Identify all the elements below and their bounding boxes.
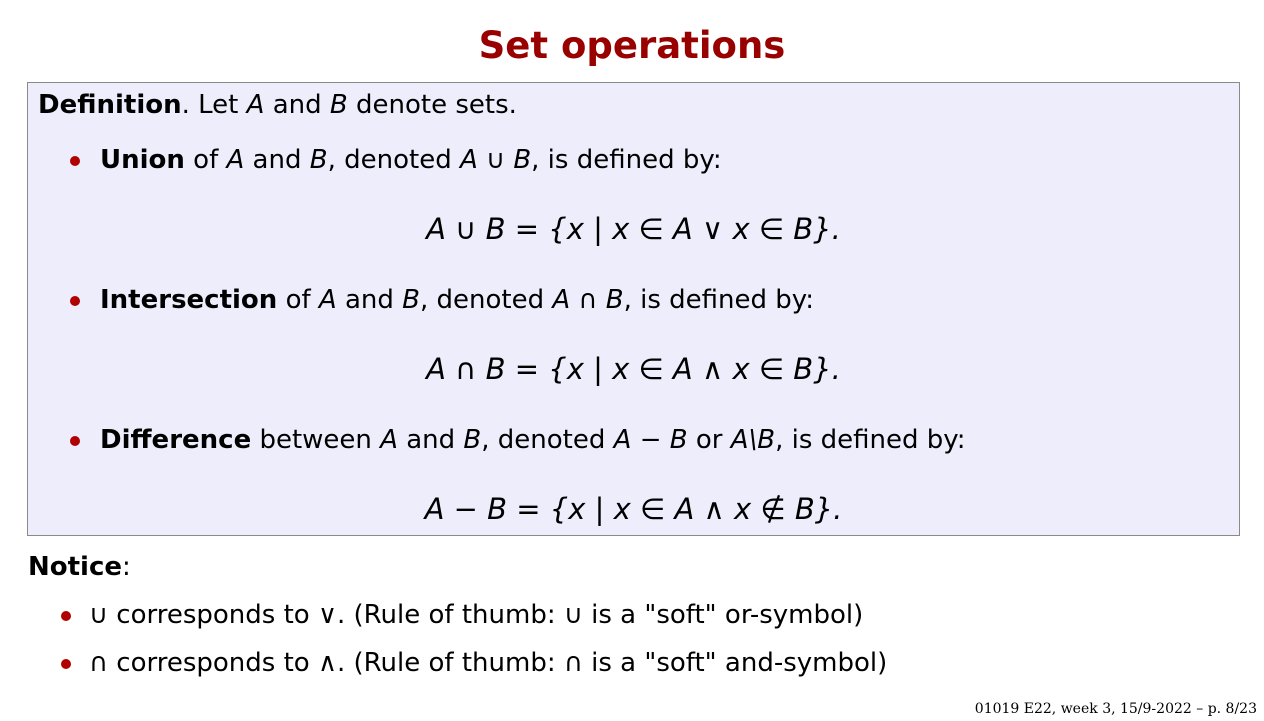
var-a: A xyxy=(318,285,337,315)
slide-footer: 01019 E22, week 3, 15/9-2022 – p. 8/23 xyxy=(974,701,1257,717)
difference-post: , is defined by: xyxy=(775,425,966,455)
var-a: A xyxy=(246,90,265,120)
difference-term: Difference xyxy=(100,425,252,455)
difference-or: or xyxy=(687,425,731,455)
intro-tail: denote sets. xyxy=(347,90,517,120)
difference-bullet: Difference between A and B, denoted A − … xyxy=(70,424,966,456)
intro-text: . Let xyxy=(181,90,247,120)
union-post: , is defined by: xyxy=(531,145,722,175)
var-b: B xyxy=(329,90,348,120)
notice-heading: Notice: xyxy=(28,551,131,583)
notice-label: Notice xyxy=(28,552,123,582)
intersection-formula: A ∩ B = {x | x ∈ A ∧ x ∈ B}. xyxy=(426,352,841,386)
intro-and: and xyxy=(264,90,330,120)
var-b: B xyxy=(463,425,482,455)
union-formula: A ∪ B = {x | x ∈ A ∨ x ∈ B}. xyxy=(426,212,841,246)
intersection-denoted: , denoted xyxy=(420,285,553,315)
definition-box: Definition. Let A and B denote sets. Uni… xyxy=(27,82,1240,536)
difference-denoted: , denoted xyxy=(481,425,614,455)
bullet-dot xyxy=(61,659,71,669)
difference-notation-alt: A\B xyxy=(730,425,776,455)
difference-pre: between xyxy=(251,425,381,455)
difference-formula: A − B = {x | x ∈ A ∧ x ∉ B}. xyxy=(424,492,843,526)
bullet-dot xyxy=(70,436,80,446)
bullet-dot xyxy=(70,296,80,306)
union-bullet: Union of A and B, denoted A ∪ B, is defi… xyxy=(70,144,722,176)
var-b: B xyxy=(402,285,420,315)
intersection-mid: and xyxy=(336,285,403,315)
union-pre: of xyxy=(184,145,227,175)
intersection-term: Intersection xyxy=(100,285,278,315)
union-denoted: , denoted xyxy=(327,145,460,175)
intersection-post: , is defined by: xyxy=(623,285,815,315)
notice-item-text: ∪ corresponds to ∨. (Rule of thumb: ∪ is… xyxy=(89,600,864,630)
notice-item-text: ∩ corresponds to ∧. (Rule of thumb: ∩ is… xyxy=(89,648,888,678)
intersection-notation: A ∩ B xyxy=(552,285,624,315)
slide-title: Set operations xyxy=(478,24,786,67)
bullet-dot xyxy=(70,156,80,166)
difference-mid: and xyxy=(397,425,464,455)
notice-colon: : xyxy=(122,552,131,582)
notice-item: ∪ corresponds to ∨. (Rule of thumb: ∪ is… xyxy=(61,599,864,631)
union-notation: A ∪ B xyxy=(459,145,532,175)
intersection-bullet: Intersection of A and B, denoted A ∩ B, … xyxy=(70,284,815,316)
definition-intro: Definition. Let A and B denote sets. xyxy=(38,89,517,121)
var-a: A xyxy=(380,425,398,455)
var-b: B xyxy=(309,145,328,175)
var-a: A xyxy=(226,145,245,175)
union-mid: and xyxy=(244,145,310,175)
union-term: Union xyxy=(100,145,185,175)
notice-item: ∩ corresponds to ∧. (Rule of thumb: ∩ is… xyxy=(61,647,888,679)
difference-notation: A − B xyxy=(613,425,688,455)
definition-label: Definition xyxy=(38,90,182,120)
bullet-dot xyxy=(61,611,71,621)
intersection-pre: of xyxy=(277,285,319,315)
